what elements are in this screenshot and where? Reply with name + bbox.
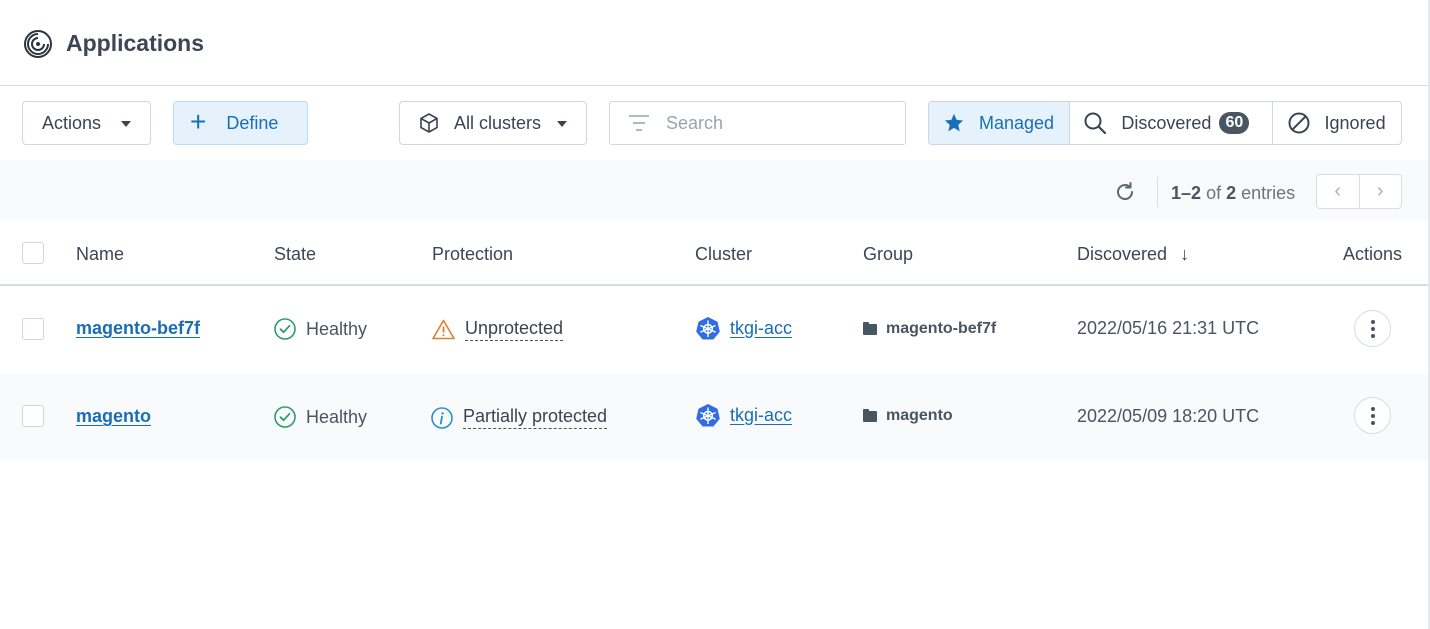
healthy-check-icon [274,318,296,340]
group-label: magento-bef7f [886,320,997,337]
group-cell: magento-bef7f [863,320,996,338]
plus-icon: + [190,105,207,137]
applications-spiral-icon [24,30,52,58]
caret-down-icon [121,121,131,127]
app-name-link[interactable]: magento-bef7f [76,318,200,339]
group-label: magento [886,407,953,424]
next-page-button[interactable]: › [1360,175,1402,208]
app-name-cell: magento-bef7f [76,318,200,339]
star-icon [944,113,964,132]
kebab-dot [1370,326,1375,331]
filter-managed[interactable]: Managed [929,102,1071,144]
group-cell: magento [863,407,953,425]
page-title: Applications [66,30,205,56]
column-header-group[interactable]: Group [863,244,913,265]
healthy-check-icon [274,406,296,428]
entries-count: 1–2 of 2 entries [1171,183,1295,204]
row-checkbox[interactable] [22,405,44,427]
filter-icon [629,115,649,131]
search-input[interactable] [666,112,896,134]
filter-ignored[interactable]: Ignored [1273,102,1401,144]
search-icon [1084,112,1107,135]
column-header-cluster[interactable]: Cluster [695,244,752,265]
entries-suffix: entries [1241,183,1296,203]
chevron-left-icon: ‹ [1334,180,1342,202]
discovered-date: 2022/05/09 18:20 UTC [1077,406,1260,426]
entries-range: 1–2 [1171,183,1202,203]
search-box[interactable] [609,101,906,145]
cluster-link[interactable]: tkgi-acc [730,405,792,426]
actions-dropdown[interactable]: Actions [22,101,151,145]
discovered-date: 2022/05/16 21:31 UTC [1077,318,1260,338]
toolbar-divider [1157,177,1158,207]
state-cell: Healthy [274,406,367,428]
column-header-discovered[interactable]: Discovered ↓ [1077,244,1189,265]
kebab-dot [1370,406,1375,411]
caret-down-icon [557,121,567,127]
column-header-state[interactable]: State [274,244,316,265]
entries-total: 2 [1226,183,1237,203]
protection-status[interactable]: Unprotected [465,318,564,341]
pagination-controls: ‹ › [1316,174,1402,209]
app-name-cell: magento [76,406,151,427]
table-row: magento Healthy Partially protected tkgi… [0,374,1428,461]
state-label: Healthy [306,318,368,339]
state-cell: Healthy [274,318,367,340]
cube-icon [420,113,438,133]
state-label: Healthy [306,406,368,427]
row-actions-button[interactable] [1354,397,1391,434]
ignored-icon [1288,112,1310,134]
kebab-dot [1370,420,1375,425]
protection-cell: Partially protected [431,406,608,429]
kebab-dot [1370,319,1375,324]
filter-ignored-label: Ignored [1324,112,1386,133]
protection-cell: Unprotected [432,318,564,341]
column-header-name[interactable]: Name [76,244,124,265]
app-name-link[interactable]: magento [76,406,151,427]
kebab-dot [1370,413,1375,418]
page-header: Applications [0,0,1428,86]
sort-descending-icon: ↓ [1180,244,1190,264]
cluster-cell: tkgi-acc [696,403,792,427]
table-row: magento-bef7f Healthy Unprotected tkgi-a… [0,287,1428,374]
filter-managed-label: Managed [979,112,1055,133]
info-icon [431,406,453,429]
warning-icon [432,319,455,340]
cluster-cell: tkgi-acc [696,316,792,340]
view-filter-group: Managed Discovered 60 Ignored [928,101,1402,145]
column-header-discovered-label: Discovered [1077,244,1168,264]
define-button[interactable]: + Define [173,101,308,145]
column-header-protection[interactable]: Protection [432,244,513,265]
kubernetes-icon [696,404,720,427]
discovered-count-badge: 60 [1219,112,1250,134]
folder-icon [863,321,877,335]
table-header: Name State Protection Cluster Group Disc… [0,221,1428,286]
define-button-label: Define [226,112,279,133]
row-actions-button[interactable] [1354,310,1391,347]
protection-status[interactable]: Partially protected [463,406,608,429]
prev-page-button[interactable]: ‹ [1317,175,1360,208]
cluster-selector[interactable]: All clusters [399,101,587,145]
row-checkbox[interactable] [22,318,44,340]
entries-of: of [1206,183,1222,203]
folder-icon [863,408,877,422]
kubernetes-icon [696,317,720,340]
chevron-right-icon: › [1376,180,1384,202]
refresh-icon[interactable] [1113,180,1137,204]
select-all-checkbox[interactable] [22,242,44,264]
column-header-actions: Actions [1343,244,1403,264]
filter-discovered-label: Discovered [1121,112,1212,133]
actions-dropdown-label: Actions [42,112,102,133]
kebab-dot [1370,333,1375,338]
cluster-selector-label: All clusters [454,112,542,133]
filter-discovered[interactable]: Discovered 60 [1070,102,1273,144]
cluster-link[interactable]: tkgi-acc [730,318,792,339]
